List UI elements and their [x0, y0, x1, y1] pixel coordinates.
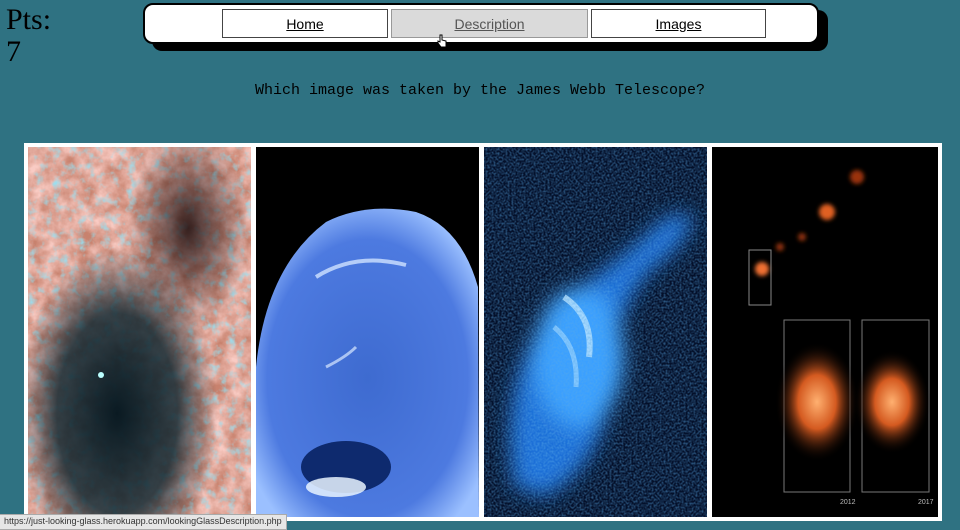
- pulsar-image[interactable]: [484, 147, 707, 517]
- nav-images-link[interactable]: Images: [591, 9, 766, 38]
- hand-cursor-icon: [437, 34, 447, 48]
- neptune-image[interactable]: [256, 147, 479, 517]
- nav-home-link[interactable]: Home: [222, 9, 388, 38]
- question-text: Which image was taken by the James Webb …: [254, 82, 706, 99]
- nav-bar: Home Description Images: [143, 3, 819, 44]
- image-gallery: 2012 2017: [24, 143, 942, 521]
- nav-description-link[interactable]: Description: [391, 9, 588, 38]
- nebula-image[interactable]: [28, 147, 251, 517]
- points-value: 7: [6, 35, 21, 68]
- inset-label-2012: 2012: [840, 499, 856, 506]
- points-label: Pts:: [6, 3, 52, 36]
- points-display: Pts: 7: [6, 4, 66, 68]
- supernova-image[interactable]: 2012 2017: [712, 147, 938, 517]
- inset-label-2017: 2017: [918, 499, 934, 506]
